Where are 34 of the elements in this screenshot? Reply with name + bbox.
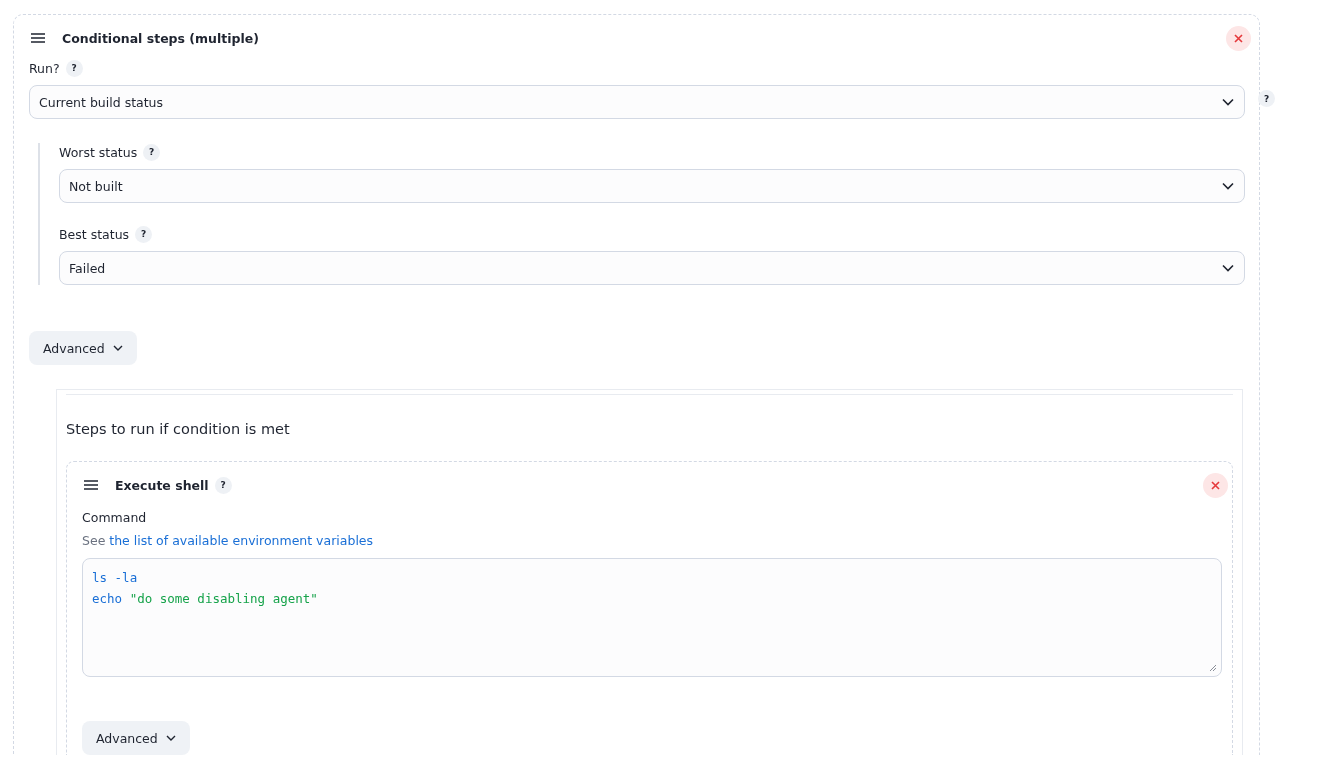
resize-grip-icon [1209,664,1216,671]
section-heading: Steps to run if condition is met [66,421,291,437]
code-line: ls -la [92,569,138,587]
environment-variables-link[interactable]: the list of available environment variables [109,533,374,548]
drag-handle-icon [31,33,45,43]
caret-icon [112,345,123,351]
close-button[interactable] [1203,472,1228,498]
command-field[interactable]: ls -la echo "do some disabling agent" [82,558,1222,677]
hint-text: See the list of available environment variables [82,533,375,548]
field-label: Worst status [59,144,138,160]
close-button[interactable] [1226,25,1251,51]
help-button[interactable]: ? [135,225,153,243]
caret-icon [1222,264,1234,272]
advanced-button[interactable]: Advanced [29,331,137,365]
help-button[interactable]: ? [1258,90,1275,107]
close-icon [1234,33,1243,43]
help-button[interactable]: ? [143,143,161,161]
step-title: Conditional steps (multiple) [62,30,259,46]
caret-icon [1222,182,1234,190]
status-dropdown[interactable]: Not built [59,169,1245,203]
run-condition-dropdown[interactable]: Current build status [29,85,1245,119]
field-label: Run? [29,60,60,76]
code-line: echo "do some disabling agent" [92,590,318,608]
advanced-button[interactable]: Advanced [82,721,190,755]
close-icon [1211,480,1220,490]
field-label: Command [82,510,148,525]
caret-icon [165,735,176,741]
field-label: Best status [59,226,130,242]
step-title: Execute shell [115,477,209,493]
caret-icon [1222,98,1234,106]
status-dropdown[interactable]: Failed [59,251,1245,285]
drag-handle-icon [84,480,98,490]
help-button[interactable]: ? [214,476,232,494]
help-button[interactable]: ? [65,59,83,77]
